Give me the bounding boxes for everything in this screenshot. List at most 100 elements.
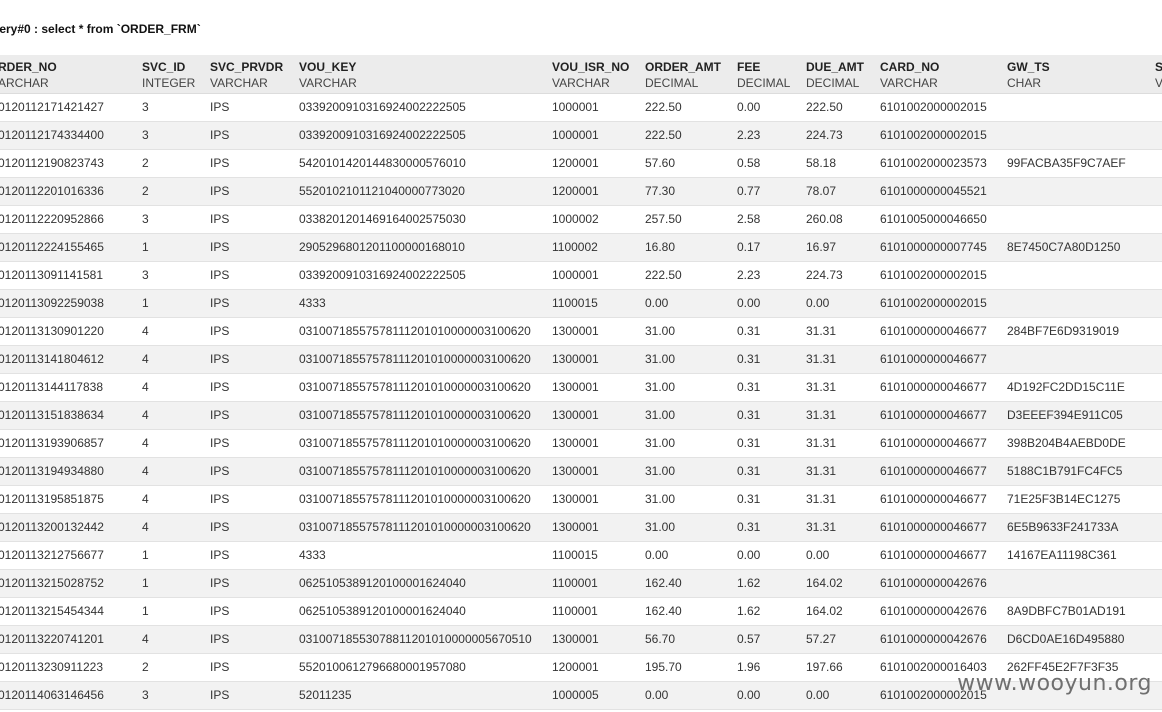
table-cell: 0.31 — [733, 429, 802, 458]
table-cell: 0339200910316924002222505 — [295, 261, 548, 290]
table-cell — [1003, 345, 1151, 374]
table-row[interactable]: 0120113130901220 4 IPS 03100718557578111201… — [0, 317, 1162, 346]
table-cell: 6101000000046677 — [876, 541, 1003, 570]
table-row[interactable]: 0120113144117838 4 IPS 03100718557578111201… — [0, 373, 1162, 402]
table-cell: 164.02 — [802, 597, 876, 626]
column-header[interactable]: GW_TS CHAR — [1003, 55, 1151, 94]
table-row[interactable]: 0120112174334400 3 IPS 03392009103169240022… — [0, 121, 1162, 150]
table-cell: IPS — [206, 457, 295, 486]
table-cell: 4 — [138, 513, 206, 542]
column-header[interactable]: SVC_PRVDR VARCHAR — [206, 55, 295, 94]
column-type: V — [1155, 76, 1162, 90]
table-cell: IPS — [206, 373, 295, 402]
table-cell: 0.31 — [733, 485, 802, 514]
table-cell: IPS — [206, 401, 295, 430]
column-type: INTEGER — [142, 76, 196, 90]
table-row[interactable]: 0120113193906857 4 IPS 03100718557578111201… — [0, 429, 1162, 458]
column-header[interactable]: VOU_ISR_NO VARCHAR — [548, 55, 641, 94]
results-grid-container[interactable]: RDER_NO ARCHAR SVC_ID INTEGER SVC_PRVDR VARCH… — [0, 55, 1162, 710]
table-cell: 4333 — [295, 289, 548, 318]
table-cell: 0120112224155465 — [0, 233, 138, 262]
table-row[interactable]: 0120113141804612 4 IPS 03100718557578111201… — [0, 345, 1162, 374]
table-cell: 31.00 — [641, 429, 733, 458]
table-cell: 2 — [138, 653, 206, 682]
table-row[interactable]: 0120112224155465 1 IPS 29052968012011000001… — [0, 233, 1162, 262]
table-row[interactable]: 0120113200132442 4 IPS 03100718557578111201… — [0, 513, 1162, 542]
column-type: CHAR — [1007, 76, 1042, 90]
table-row[interactable]: 0120112190823743 2 IPS 54201014201448300005… — [0, 149, 1162, 178]
table-cell: 03100718557578111201010000003100620 — [295, 457, 548, 486]
table-cell: 224.73 — [802, 261, 876, 290]
column-header[interactable]: CARD_NO VARCHAR — [876, 55, 1003, 94]
table-cell: 4D192FC2DD15C11E — [1003, 373, 1151, 402]
table-cell: 1100015 — [548, 289, 641, 318]
table-row[interactable]: 0120113195851875 4 IPS 03100718557578111201… — [0, 485, 1162, 514]
table-cell: 0.00 — [733, 681, 802, 710]
table-row[interactable]: 0120113151838634 4 IPS 03100718557578111201… — [0, 401, 1162, 430]
table-cell: 1000001 — [548, 261, 641, 290]
table-cell: 0.31 — [733, 317, 802, 346]
table-cell: 8E7450C7A80D1250 — [1003, 233, 1151, 262]
table-cell: 5520100612796680001957080 — [295, 653, 548, 682]
table-cell: 16.80 — [641, 233, 733, 262]
table-cell: 0120113194934880 — [0, 457, 138, 486]
table-cell: 0120113144117838 — [0, 373, 138, 402]
column-header[interactable]: FEE DECIMAL — [733, 55, 802, 94]
table-cell: 6101000000046677 — [876, 373, 1003, 402]
table-cell: 222.50 — [641, 261, 733, 290]
table-cell: 1000005 — [548, 681, 641, 710]
table-cell: 0.31 — [733, 457, 802, 486]
column-header[interactable]: DUE_AMT DECIMAL — [802, 55, 876, 94]
table-cell: IPS — [206, 93, 295, 122]
table-cell: 4 — [138, 457, 206, 486]
table-cell: 398B204B4AEBD0DE — [1003, 429, 1151, 458]
table-cell: 78.07 — [802, 177, 876, 206]
table-cell: 222.50 — [802, 93, 876, 122]
table-cell: 1100001 — [548, 569, 641, 598]
table-cell — [1151, 569, 1162, 598]
table-cell: IPS — [206, 233, 295, 262]
column-header[interactable]: RDER_NO ARCHAR — [0, 55, 138, 94]
table-cell: 1300001 — [548, 457, 641, 486]
table-cell: 195.70 — [641, 653, 733, 682]
table-cell: 222.50 — [641, 93, 733, 122]
results-table: RDER_NO ARCHAR SVC_ID INTEGER SVC_PRVDR VARCH… — [0, 55, 1162, 710]
column-name: VOU_ISR_NO — [552, 60, 630, 74]
table-row[interactable]: 0120113220741201 4 IPS 03100718553078811201… — [0, 625, 1162, 654]
table-row[interactable]: 0120113091141581 3 IPS 03392009103169240022… — [0, 261, 1162, 290]
table-cell: 3 — [138, 681, 206, 710]
column-header[interactable]: SI V — [1151, 55, 1162, 94]
table-row[interactable]: 0120113215454344 1 IPS 06251053891201000016… — [0, 597, 1162, 626]
table-cell: 77.30 — [641, 177, 733, 206]
table-cell: 197.66 — [802, 653, 876, 682]
table-cell: 2905296801201100000168010 — [295, 233, 548, 262]
table-row[interactable]: 0120112201016336 2 IPS 55201021011210400007… — [0, 177, 1162, 206]
table-cell: 14167EA11198C361 — [1003, 541, 1151, 570]
table-row[interactable]: 0120113194934880 4 IPS 03100718557578111201… — [0, 457, 1162, 486]
column-name: RDER_NO — [0, 60, 57, 74]
table-row[interactable]: 0120113092259038 1 IPS 4333 1100015 0.00 0.00 0… — [0, 289, 1162, 318]
table-cell: 99FACBA35F9C7AEF — [1003, 149, 1151, 178]
table-cell — [1151, 345, 1162, 374]
table-row[interactable]: 0120112171421427 3 IPS 03392009103169240022… — [0, 93, 1162, 122]
table-row[interactable]: 0120113215028752 1 IPS 06251053891201000016… — [0, 569, 1162, 598]
table-cell: 31.31 — [802, 429, 876, 458]
column-header[interactable]: ORDER_AMT DECIMAL — [641, 55, 733, 94]
table-cell — [1151, 205, 1162, 234]
table-cell: 31.31 — [802, 485, 876, 514]
table-cell: 6101002000023573 — [876, 149, 1003, 178]
table-row[interactable]: 0120113212756677 1 IPS 4333 1100015 0.00 0.00 0… — [0, 541, 1162, 570]
column-type: VARCHAR — [210, 76, 268, 90]
column-header[interactable]: SVC_ID INTEGER — [138, 55, 206, 94]
table-cell: 0.17 — [733, 233, 802, 262]
table-cell: 260.08 — [802, 205, 876, 234]
table-cell: 03100718557578111201010000003100620 — [295, 513, 548, 542]
table-cell: 1 — [138, 289, 206, 318]
table-cell: 6101000000046677 — [876, 401, 1003, 430]
table-cell: IPS — [206, 485, 295, 514]
table-cell: 164.02 — [802, 569, 876, 598]
column-header[interactable]: VOU_KEY VARCHAR — [295, 55, 548, 94]
table-cell: IPS — [206, 149, 295, 178]
table-row[interactable]: 0120112220952866 3 IPS 03382012014691640025… — [0, 205, 1162, 234]
table-cell: 0120113151838634 — [0, 401, 138, 430]
